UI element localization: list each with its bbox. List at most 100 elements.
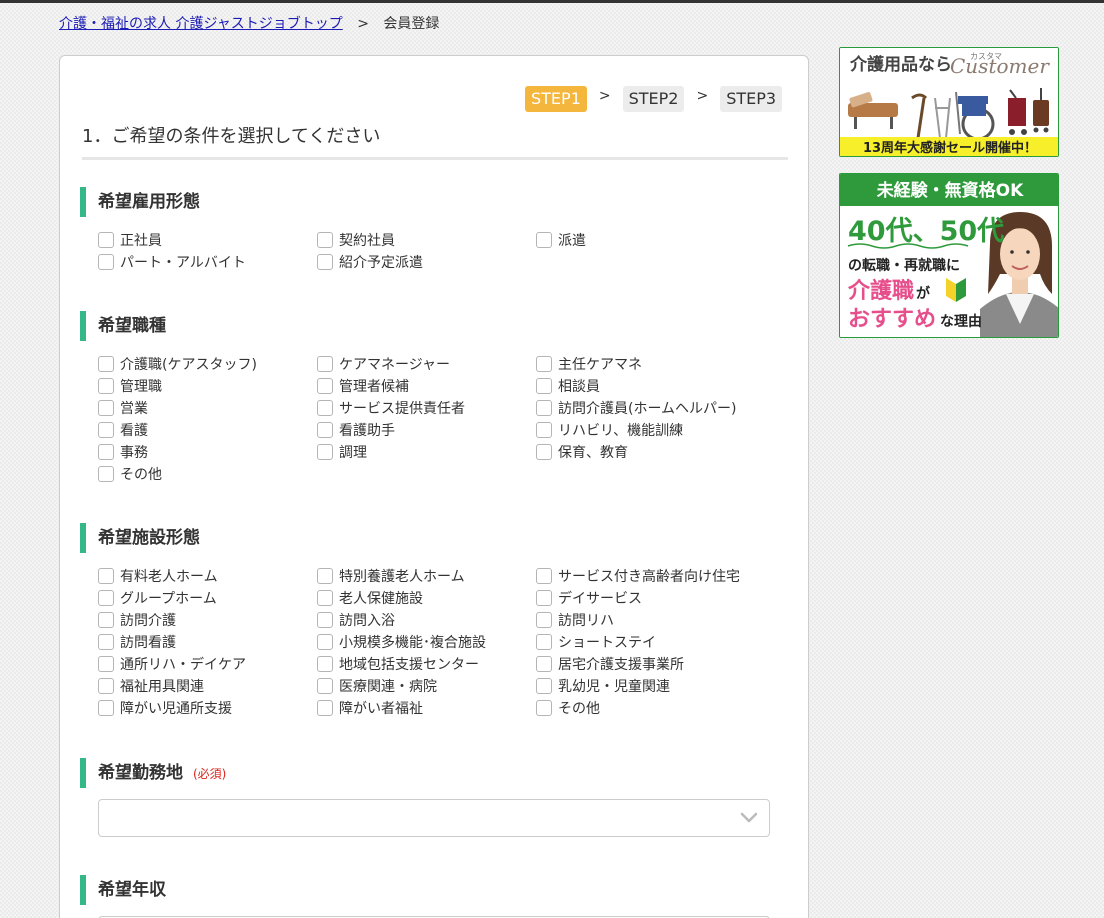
breadcrumb-home-link[interactable]: 介護・福祉の求人 介護ジャストジョブトップ <box>59 16 343 32</box>
checkbox[interactable] <box>317 378 333 394</box>
checkbox-option[interactable]: 居宅介護支援事業所 <box>536 653 776 675</box>
checkbox[interactable] <box>98 466 114 482</box>
required-label: (必須) <box>193 767 227 781</box>
checkbox-option[interactable]: グループホーム <box>98 587 317 609</box>
customer-banner[interactable]: 介護用品なら カスタマ Customer 13周年大感謝セール開催中！ <box>839 47 1059 157</box>
checkbox-option[interactable]: 正社員 <box>98 229 317 251</box>
checkbox-label: 保育、教育 <box>558 445 628 461</box>
checkbox[interactable] <box>536 400 552 416</box>
checkbox[interactable] <box>98 254 114 270</box>
checkbox[interactable] <box>317 356 333 372</box>
checkbox-option[interactable]: 介護職(ケアスタッフ) <box>98 353 317 375</box>
checkbox-option[interactable]: その他 <box>536 697 776 719</box>
checkbox[interactable] <box>98 656 114 672</box>
checkbox-option[interactable]: リハビリ、機能訓練 <box>536 419 776 441</box>
checkbox-option[interactable]: 福祉用具関連 <box>98 675 317 697</box>
career-banner-line3b: が <box>916 285 931 302</box>
checkbox[interactable] <box>536 568 552 584</box>
checkbox-option[interactable]: デイサービス <box>536 587 776 609</box>
checkbox-label: サービス提供責任者 <box>339 401 465 417</box>
checkbox-option[interactable]: 乳幼児・児童関連 <box>536 675 776 697</box>
checkbox-option[interactable]: 障がい児通所支援 <box>98 697 317 719</box>
checkbox-option[interactable]: パート・アルバイト <box>98 251 317 273</box>
checkbox[interactable] <box>317 678 333 694</box>
checkbox[interactable] <box>536 356 552 372</box>
checkbox-option[interactable]: 老人保健施設 <box>317 587 536 609</box>
checkbox[interactable] <box>536 656 552 672</box>
checkbox-option[interactable]: 営業 <box>98 397 317 419</box>
checkbox-option[interactable]: 管理職 <box>98 375 317 397</box>
checkbox-option[interactable]: 主任ケアマネ <box>536 353 776 375</box>
checkbox[interactable] <box>98 378 114 394</box>
checkbox[interactable] <box>98 590 114 606</box>
checkbox[interactable] <box>98 634 114 650</box>
checkbox[interactable] <box>536 634 552 650</box>
customer-banner-headline: 介護用品なら <box>849 54 952 75</box>
checkbox[interactable] <box>98 700 114 716</box>
checkbox[interactable] <box>98 444 114 460</box>
checkbox[interactable] <box>98 400 114 416</box>
checkbox[interactable] <box>317 232 333 248</box>
checkbox-option[interactable]: 通所リハ・デイケア <box>98 653 317 675</box>
checkbox-option[interactable]: 事務 <box>98 441 317 463</box>
checkbox-option[interactable]: 訪問入浴 <box>317 609 536 631</box>
checkbox[interactable] <box>317 590 333 606</box>
checkbox-option[interactable]: ケアマネージャー <box>317 353 536 375</box>
step-1: STEP1 <box>525 86 587 112</box>
checkbox[interactable] <box>536 378 552 394</box>
checkbox[interactable] <box>317 400 333 416</box>
checkbox-option[interactable]: 有料老人ホーム <box>98 565 317 587</box>
checkbox-label: 障がい者福祉 <box>339 701 423 717</box>
checkbox-option[interactable]: その他 <box>98 463 317 485</box>
checkbox[interactable] <box>317 422 333 438</box>
checkbox-option[interactable]: 特別養護老人ホーム <box>317 565 536 587</box>
checkbox-option[interactable]: サービス付き高齢者向け住宅 <box>536 565 776 587</box>
checkbox-label: グループホーム <box>120 591 217 607</box>
checkbox-option[interactable]: 訪問リハ <box>536 609 776 631</box>
checkbox[interactable] <box>317 634 333 650</box>
checkbox[interactable] <box>98 422 114 438</box>
checkbox-option[interactable]: ショートステイ <box>536 631 776 653</box>
checkbox-label: 地域包括支援センター <box>339 657 479 673</box>
checkbox[interactable] <box>317 444 333 460</box>
checkbox-option[interactable]: 相談員 <box>536 375 776 397</box>
career-banner[interactable]: 未経験・無資格OK 40代、50代 の転職・再就職に 介護職 が おすすめ な理… <box>839 173 1059 338</box>
checkbox-label: 正社員 <box>120 233 162 249</box>
checkbox[interactable] <box>536 444 552 460</box>
checkbox-option[interactable]: 契約社員 <box>317 229 536 251</box>
checkbox-option[interactable]: サービス提供責任者 <box>317 397 536 419</box>
checkbox-option[interactable]: 調理 <box>317 441 536 463</box>
checkbox[interactable] <box>98 568 114 584</box>
checkbox-option[interactable]: 小規模多機能･複合施設 <box>317 631 536 653</box>
checkbox-option[interactable]: 訪問介護員(ホームヘルパー) <box>536 397 776 419</box>
checkbox-option[interactable]: 訪問介護 <box>98 609 317 631</box>
checkbox[interactable] <box>536 232 552 248</box>
checkbox[interactable] <box>317 700 333 716</box>
checkbox[interactable] <box>317 254 333 270</box>
checkbox[interactable] <box>536 590 552 606</box>
checkbox-option[interactable]: 派遣 <box>536 229 776 251</box>
checkbox[interactable] <box>317 568 333 584</box>
checkbox[interactable] <box>536 422 552 438</box>
checkbox[interactable] <box>98 612 114 628</box>
checkbox[interactable] <box>317 612 333 628</box>
checkbox-option[interactable]: 地域包括支援センター <box>317 653 536 675</box>
checkbox[interactable] <box>98 678 114 694</box>
checkbox-option[interactable]: 障がい者福祉 <box>317 697 536 719</box>
checkbox-option[interactable]: 管理者候補 <box>317 375 536 397</box>
checkbox-option[interactable]: 紹介予定派遣 <box>317 251 536 273</box>
checkbox[interactable] <box>98 356 114 372</box>
checkbox-option[interactable]: 訪問看護 <box>98 631 317 653</box>
checkbox[interactable] <box>536 612 552 628</box>
checkbox-option[interactable]: 医療関連・病院 <box>317 675 536 697</box>
checkbox-option[interactable]: 看護 <box>98 419 317 441</box>
checkbox-option[interactable]: 保育、教育 <box>536 441 776 463</box>
section-job-type: 希望職種 介護職(ケアスタッフ) ケアマネージャー 主任ケアマネ 管理職 管理者候補 相談… <box>80 311 780 485</box>
checkbox[interactable] <box>98 232 114 248</box>
checkbox[interactable] <box>536 678 552 694</box>
checkbox[interactable] <box>536 700 552 716</box>
section-title-facility: 希望施設形態 <box>80 523 780 553</box>
checkbox[interactable] <box>317 656 333 672</box>
location-select[interactable] <box>98 799 770 837</box>
checkbox-option[interactable]: 看護助手 <box>317 419 536 441</box>
